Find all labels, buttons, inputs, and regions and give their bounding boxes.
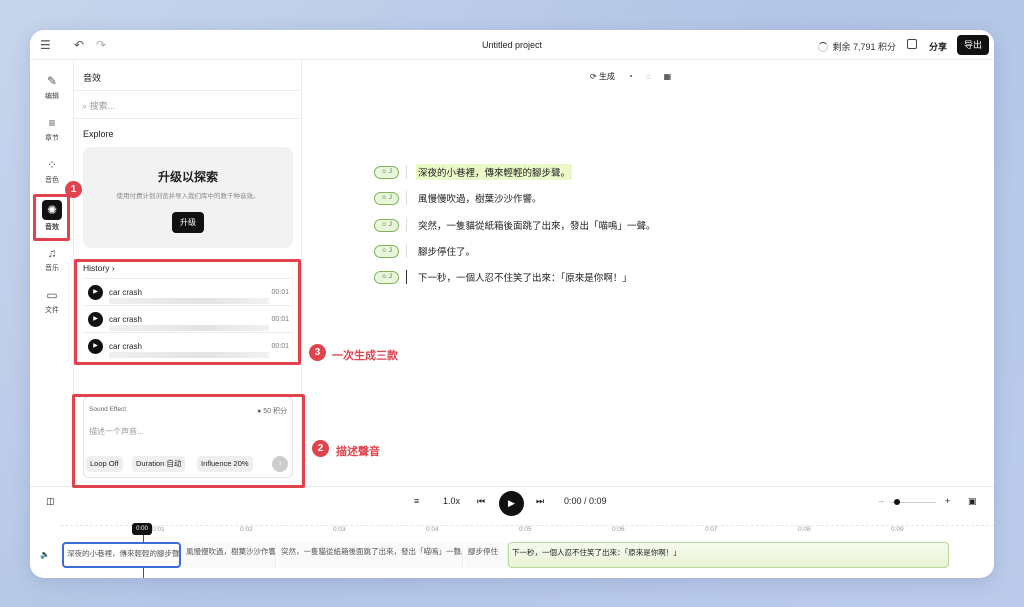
skip-forward-icon[interactable]: ⏭ [536, 496, 544, 507]
time-display: 0:00 / 0:09 [564, 496, 607, 506]
file-icon: ▭ [46, 288, 58, 302]
comment-icon[interactable] [907, 39, 917, 49]
voice-gen-icon[interactable]: ◔ [628, 72, 633, 81]
export-button[interactable]: 导出 [957, 35, 989, 55]
share-button[interactable]: 分享 [929, 40, 947, 53]
lock-icon[interactable]: ⌂ [646, 72, 651, 81]
edit-icon: ✎ [46, 74, 58, 88]
script-line[interactable]: ☺ J 突然，一隻貓從紙箱後面跳了出來，發出「喵嗚」一聲。 [374, 217, 658, 233]
credits-display: 剩余 7,791 积分 [818, 40, 896, 53]
annotation-box-3 [74, 259, 301, 365]
time-ruler[interactable]: 0:01 0:02 0:03 0:04 0:05 0:06 0:07 0:08 … [60, 525, 994, 535]
left-rail: ✎ 编辑 ≡ 章节 ⁘ 音色 ✺ 音效 ♫ 音乐 ▭ 文件 [30, 61, 74, 486]
annotation-box-1 [33, 194, 70, 241]
text-cursor [406, 270, 407, 284]
ruler-tick: 0:08 [798, 526, 811, 533]
top-bar: ☰ ↶ ↷ Untitled project 剩余 7,791 积分 分享 导出 [30, 30, 994, 60]
divider [406, 244, 407, 258]
speed-button[interactable]: 1.0x [443, 496, 460, 506]
script-line[interactable]: ☺ J 深夜的小巷裡，傳來輕輕的腳步聲。 [374, 164, 573, 180]
rail-item-music[interactable]: ♫ 音乐 [30, 247, 74, 273]
generate-label: 生成 [598, 72, 615, 81]
ruler-tick: 0:05 [519, 526, 532, 533]
divider [406, 218, 407, 232]
voice-badge-icon[interactable]: ☺ J [374, 270, 399, 284]
volume-icon[interactable]: 🔈 [40, 550, 50, 559]
annotation-text-3: 一次生成三款 [332, 350, 398, 362]
ruler-tick: 0:02 [240, 526, 253, 533]
subtitle-icon[interactable]: ▣ [968, 496, 977, 507]
ruler-tick: 0:01 [152, 526, 165, 533]
upgrade-desc: 使用付费计划浏览并导入我们库中的数千种音效。 [116, 193, 260, 200]
voice-badge-icon[interactable]: ☺ J [374, 244, 399, 258]
annotation-box-2 [72, 394, 305, 488]
ruler-tick: 0:04 [426, 526, 439, 533]
rail-item-edit[interactable]: ✎ 编辑 [30, 75, 74, 101]
rail-item-file[interactable]: ▭ 文件 [30, 289, 74, 315]
rail-label: 文件 [45, 307, 59, 314]
divider [406, 191, 407, 205]
voice-icon: ⁘ [46, 158, 58, 172]
line-text[interactable]: 腳步停住了。 [416, 243, 477, 259]
rail-item-voice[interactable]: ⁘ 音色 [30, 159, 74, 185]
ruler-tick: 0:06 [612, 526, 625, 533]
annotation-number-3: 3 [309, 344, 326, 361]
editor-toolbar: ⟳ 生成 ◔ ⌂ ▦ [590, 71, 671, 82]
panel-title: 音效 [83, 73, 102, 83]
queue-icon[interactable]: ≡ [414, 496, 419, 506]
rail-label: 章节 [45, 135, 59, 142]
rail-label: 音色 [45, 177, 59, 184]
upgrade-button[interactable]: 升级 [172, 212, 204, 233]
layout-icon[interactable]: ▦ [664, 72, 672, 81]
search-input[interactable]: ⌕ 搜索... [74, 90, 302, 119]
timeline-clip[interactable]: 深夜的小巷裡，傳來輕輕的腳步聲。 [62, 542, 181, 568]
timeline-clip[interactable]: 風慢慢吹過，樹葉沙沙作響。 [183, 542, 276, 568]
panel-toggle-icon[interactable]: ◫ [46, 496, 55, 507]
refresh-icon: ⟳ [590, 72, 599, 81]
timeline-clip[interactable]: 突然，一隻貓從紙箱後面跳了出來，發出「喵嗚」一聲。 [278, 542, 463, 568]
zoom-in-icon[interactable]: + [945, 496, 950, 506]
voice-badge-icon[interactable]: ☺ J [374, 191, 399, 205]
upgrade-card: 升级以探索 使用付费计划浏览并导入我们库中的数千种音效。 升级 [83, 147, 293, 248]
voice-badge-icon[interactable]: ☺ J [374, 165, 399, 179]
annotation-text-2: 描述聲音 [336, 446, 380, 458]
search-placeholder: 搜索... [89, 101, 116, 111]
credits-ring-icon [818, 41, 829, 52]
explore-heading: Explore [83, 129, 114, 139]
play-button[interactable]: ▶ [499, 491, 524, 516]
rail-label: 编辑 [45, 93, 59, 100]
music-icon: ♫ [47, 246, 57, 260]
credits-text: 剩余 7,791 积分 [832, 42, 896, 52]
script-line[interactable]: ☺ J 風慢慢吹過，樹葉沙沙作響。 [374, 190, 544, 206]
player-timeline: ◫ ≡ 1.0x ⏮ ▶ ⏭ 0:00 / 0:09 – + ▣ 0:01 0:… [30, 486, 994, 578]
ruler-tick: 0:07 [705, 526, 718, 533]
zoom-handle[interactable] [894, 499, 900, 505]
rail-item-chapter[interactable]: ≡ 章节 [30, 117, 74, 143]
line-text[interactable]: 深夜的小巷裡，傳來輕輕的腳步聲。 [416, 164, 573, 180]
ruler-tick: 0:03 [333, 526, 346, 533]
script-line[interactable]: ☺ J 下一秒，一個人忍不住笑了出來：「原來是你啊！」 [374, 269, 634, 285]
script-line[interactable]: ☺ J 腳步停住了。 [374, 243, 477, 259]
annotation-number-1: 1 [65, 181, 82, 198]
annotation-number-2: 2 [312, 440, 329, 457]
rail-label: 音乐 [45, 265, 59, 272]
ruler-tick: 0:09 [891, 526, 904, 533]
line-text[interactable]: 突然，一隻貓從紙箱後面跳了出來，發出「喵嗚」一聲。 [416, 217, 658, 233]
line-text[interactable]: 下一秒，一個人忍不住笑了出來：「原來是你啊！」 [416, 269, 634, 285]
upgrade-title: 升级以探索 [157, 170, 218, 184]
script-editor: ⟳ 生成 ◔ ⌂ ▦ ☺ J 深夜的小巷裡，傳來輕輕的腳步聲。 ☺ J 風慢慢吹過，… [302, 61, 994, 486]
generate-button[interactable]: ⟳ 生成 [590, 71, 615, 82]
timeline-clip[interactable]: 下一秒，一個人忍不住笑了出來：「原來是你啊！」 [508, 542, 949, 568]
playhead[interactable]: 0:00 [132, 523, 152, 535]
search-icon: ⌕ [82, 101, 90, 111]
voice-badge-icon[interactable]: ☺ J [374, 218, 399, 232]
divider [406, 165, 407, 179]
timeline-clip[interactable]: 腳步停住 [465, 542, 508, 568]
line-text[interactable]: 風慢慢吹過，樹葉沙沙作響。 [416, 190, 544, 206]
chapter-icon: ≡ [48, 116, 56, 130]
skip-back-icon[interactable]: ⏮ [477, 496, 485, 507]
zoom-out-icon[interactable]: – [879, 496, 884, 506]
